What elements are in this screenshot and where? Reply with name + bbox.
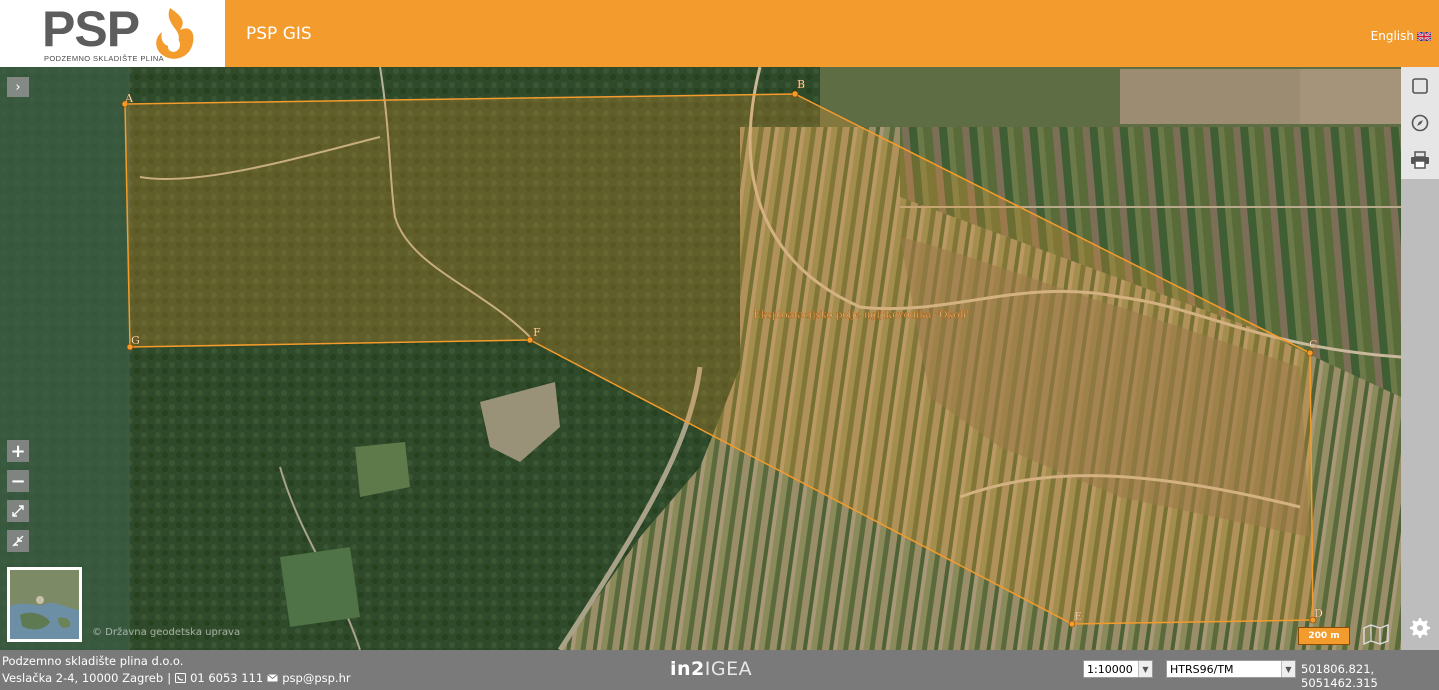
chevron-down-icon: ▼ [1281, 661, 1295, 677]
email-link[interactable]: psp@psp.hr [282, 671, 350, 685]
fullscreen-button[interactable] [7, 500, 29, 522]
phone-icon [175, 673, 187, 683]
field-polygon[interactable]: A B C D E F G Eksploatacijsko polje uglj… [0, 67, 1401, 650]
tool-group [1401, 67, 1439, 179]
compass-icon [1411, 114, 1429, 132]
map-canvas[interactable]: A B C D E F G Eksploatacijsko polje uglj… [0, 67, 1401, 650]
in2-igea-logo: in2IGEA [670, 658, 752, 680]
chevron-down-icon: ▼ [1138, 661, 1152, 677]
language-label: English [1370, 29, 1414, 43]
phone-number[interactable]: 01 6053 111 [190, 671, 263, 685]
footer-bar: Podzemno skladište plina d.o.o. Veslačka… [0, 650, 1439, 690]
vertex-label-a: A [124, 92, 134, 105]
compass-button[interactable] [1407, 110, 1433, 136]
header-bar: PSP PODZEMNO SKLADIŠTE PLINA PSP GIS Eng… [0, 0, 1439, 67]
minimap-image [10, 570, 79, 639]
expand-panel-button[interactable]: › [7, 77, 29, 97]
collapse-arrows-icon [12, 535, 24, 547]
scale-select[interactable]: 1:10000 ▼ [1083, 660, 1153, 678]
vertex-label-e: E [1074, 610, 1082, 623]
vertex-label-d: D [1314, 607, 1323, 620]
address-text: Veslačka 2-4, 10000 Zagreb [2, 671, 164, 685]
logo-subtitle: PODZEMNO SKLADIŠTE PLINA [44, 54, 165, 63]
projection-select-value: HTRS96/TM [1170, 662, 1234, 676]
select-box-button[interactable] [1407, 73, 1433, 99]
app-title: PSP GIS [246, 24, 312, 44]
company-name: Podzemno skladište plina d.o.o. [2, 654, 184, 668]
basemap-switch-icon[interactable] [1362, 622, 1390, 646]
envelope-icon [267, 674, 279, 682]
zoom-extent-button[interactable] [7, 530, 29, 552]
separator: | [167, 671, 172, 685]
polygon-label: Eksploatacijsko polje ugljikovodika "Oko… [754, 310, 971, 321]
chevron-right-icon: › [15, 79, 21, 95]
language-switch[interactable]: English [1371, 29, 1431, 43]
map-attribution: © Državna geodetska uprava [92, 627, 241, 638]
logo[interactable]: PSP PODZEMNO SKLADIŠTE PLINA [0, 0, 225, 67]
right-toolbar [1401, 67, 1439, 650]
zoom-in-button[interactable]: + [7, 440, 29, 462]
overview-minimap[interactable] [7, 567, 82, 642]
logo-text: PSP [42, 1, 140, 57]
scale-select-value: 1:10000 [1087, 662, 1133, 676]
contact-line: Veslačka 2-4, 10000 Zagreb | 01 6053 111… [2, 671, 351, 685]
gear-icon [1410, 618, 1430, 638]
vertex-b[interactable] [791, 90, 799, 98]
projection-select[interactable]: HTRS96/TM ▼ [1166, 660, 1296, 678]
print-button[interactable] [1407, 147, 1433, 173]
brand-igea: IGEA [704, 658, 753, 680]
vertex-label-b: B [797, 78, 805, 91]
vertex-label-g: G [131, 334, 140, 347]
settings-button[interactable] [1407, 615, 1433, 641]
zoom-out-button[interactable]: − [7, 470, 29, 492]
plus-icon: + [10, 440, 26, 462]
vertex-label-c: C [1309, 338, 1317, 351]
scale-bar: 200 m [1298, 627, 1350, 645]
vertex-label-f: F [533, 326, 541, 339]
select-box-icon [1412, 78, 1428, 94]
cursor-coordinates: 501806.821, 5051462.315 [1301, 662, 1378, 690]
minus-icon: − [10, 470, 26, 492]
uk-flag-icon [1417, 31, 1431, 41]
brand-in2: in2 [670, 658, 705, 680]
expand-arrows-icon [12, 505, 24, 517]
print-icon [1411, 151, 1429, 169]
